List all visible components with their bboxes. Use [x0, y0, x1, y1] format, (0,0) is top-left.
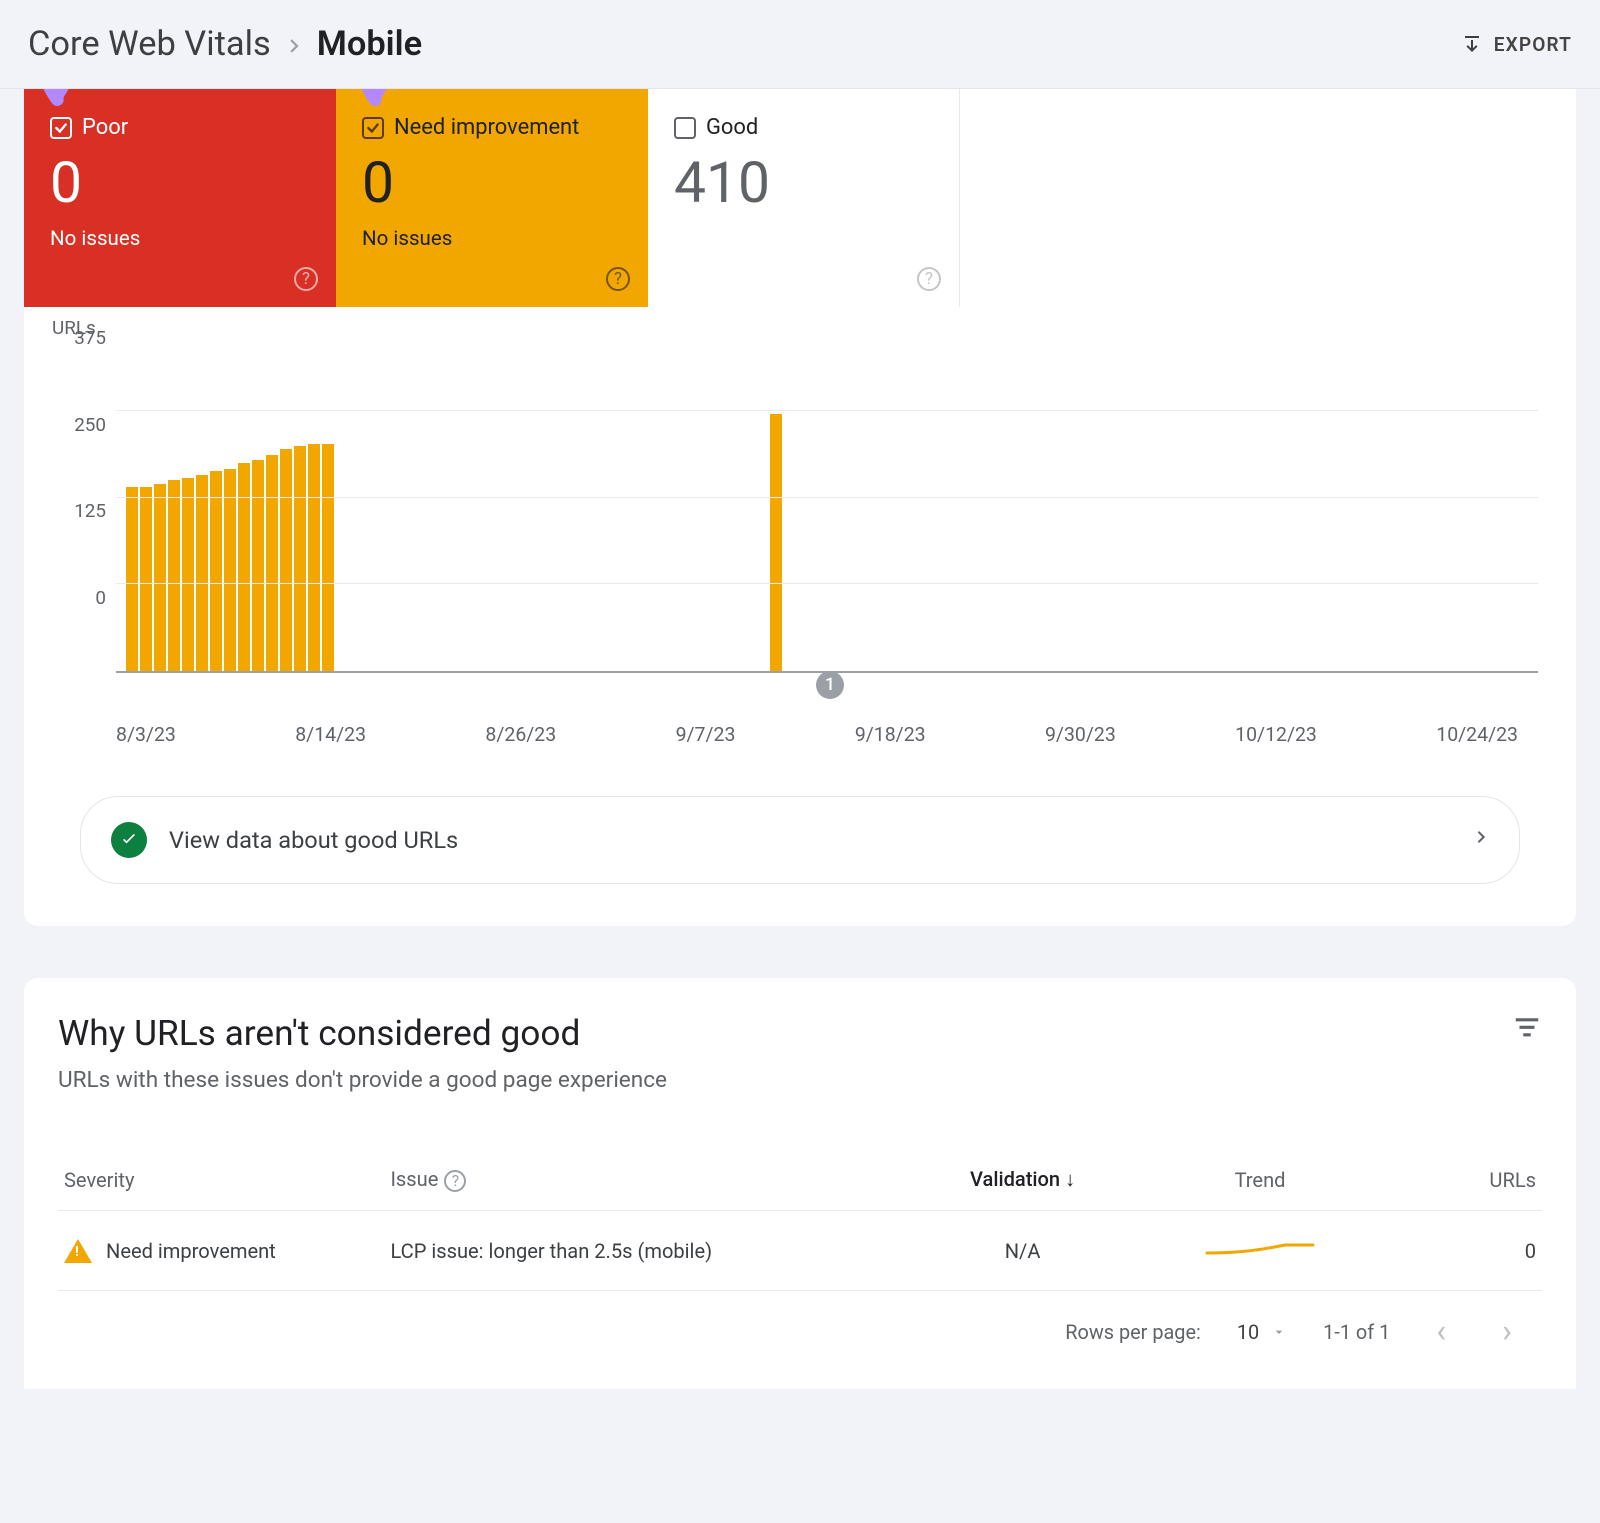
warning-icon [64, 1239, 92, 1263]
paginator: Rows per page: 10 1-1 of 1 ‹ › [58, 1291, 1542, 1379]
x-axis: 8/3/238/14/238/26/239/7/239/18/239/30/23… [116, 723, 1538, 746]
tile-good[interactable]: Good 410 ? [648, 89, 960, 307]
col-severity[interactable]: Severity [58, 1149, 384, 1211]
export-label: EXPORT [1494, 33, 1572, 56]
help-icon[interactable]: ? [917, 267, 941, 291]
page-header: Core Web Vitals Mobile EXPORT [0, 0, 1600, 89]
chart-marker[interactable]: 1 [816, 671, 844, 699]
col-issue[interactable]: Issue? [384, 1149, 918, 1211]
issues-subtitle: URLs with these issues don't provide a g… [58, 1066, 667, 1093]
tile-poor[interactable]: Poor 0 No issues ? [24, 89, 336, 307]
download-icon [1460, 32, 1484, 56]
tile-poor-sub: No issues [50, 227, 310, 251]
tile-good-label: Good [706, 115, 758, 140]
check-circle-icon [111, 822, 147, 858]
checkbox-need[interactable] [362, 117, 384, 139]
next-page-button[interactable]: › [1492, 1313, 1522, 1351]
view-good-urls-label: View data about good URLs [169, 826, 458, 854]
rows-per-page-value: 10 [1237, 1321, 1259, 1344]
row-urls: 0 [1394, 1211, 1542, 1291]
tile-poor-value: 0 [50, 152, 310, 215]
col-urls[interactable]: URLs [1394, 1149, 1542, 1211]
breadcrumb: Core Web Vitals Mobile [28, 24, 422, 64]
arrow-down-icon: ↓ [1065, 1167, 1075, 1191]
issues-title: Why URLs aren't considered good [58, 1012, 667, 1054]
tile-need-label: Need improvement [394, 115, 579, 140]
help-icon[interactable]: ? [294, 267, 318, 291]
chevron-right-icon [1473, 821, 1489, 859]
help-icon[interactable]: ? [444, 1170, 466, 1192]
row-issue: LCP issue: longer than 2.5s (mobile) [384, 1211, 918, 1291]
help-icon[interactable]: ? [606, 267, 630, 291]
tile-poor-label: Poor [82, 115, 128, 140]
table-row[interactable]: Need improvement LCP issue: longer than … [58, 1211, 1542, 1291]
row-severity: Need improvement [106, 1239, 276, 1263]
chevron-right-icon [285, 24, 303, 64]
status-tiles: Poor 0 No issues ? Need improvement 0 No… [24, 89, 1576, 307]
export-button[interactable]: EXPORT [1460, 32, 1572, 56]
tile-need-value: 0 [362, 152, 622, 215]
col-validation[interactable]: Validation ↓ [919, 1149, 1127, 1211]
breadcrumb-leaf: Mobile [317, 24, 422, 64]
issues-table: Severity Issue? Validation ↓ Trend URLs … [58, 1149, 1542, 1291]
rows-per-page-label: Rows per page: [1065, 1321, 1201, 1344]
tile-need-improvement[interactable]: Need improvement 0 No issues ? [336, 89, 648, 307]
bars [116, 343, 1538, 671]
rows-per-page-select[interactable]: 10 [1237, 1321, 1287, 1344]
row-validation: N/A [919, 1211, 1127, 1291]
filter-icon[interactable] [1512, 1012, 1542, 1042]
tile-good-value: 410 [674, 152, 933, 215]
y-axis: 3752501250 [52, 335, 116, 673]
chevron-down-icon [1271, 1324, 1287, 1340]
checkbox-good[interactable] [674, 117, 696, 139]
prev-page-button[interactable]: ‹ [1426, 1313, 1456, 1351]
trend-chart: URLs 3752501250 1 8/3/238/14/238/26/239/… [24, 307, 1576, 786]
overview-card: Poor 0 No issues ? Need improvement 0 No… [24, 89, 1576, 926]
plot-area: 1 [116, 343, 1538, 673]
tile-need-sub: No issues [362, 227, 622, 251]
checkbox-poor[interactable] [50, 117, 72, 139]
row-trend [1126, 1211, 1393, 1291]
issues-card: Why URLs aren't considered good URLs wit… [24, 978, 1576, 1389]
breadcrumb-root[interactable]: Core Web Vitals [28, 24, 271, 64]
view-good-urls-link[interactable]: View data about good URLs [80, 796, 1520, 884]
page-range: 1-1 of 1 [1323, 1321, 1390, 1344]
col-trend[interactable]: Trend [1126, 1149, 1393, 1211]
